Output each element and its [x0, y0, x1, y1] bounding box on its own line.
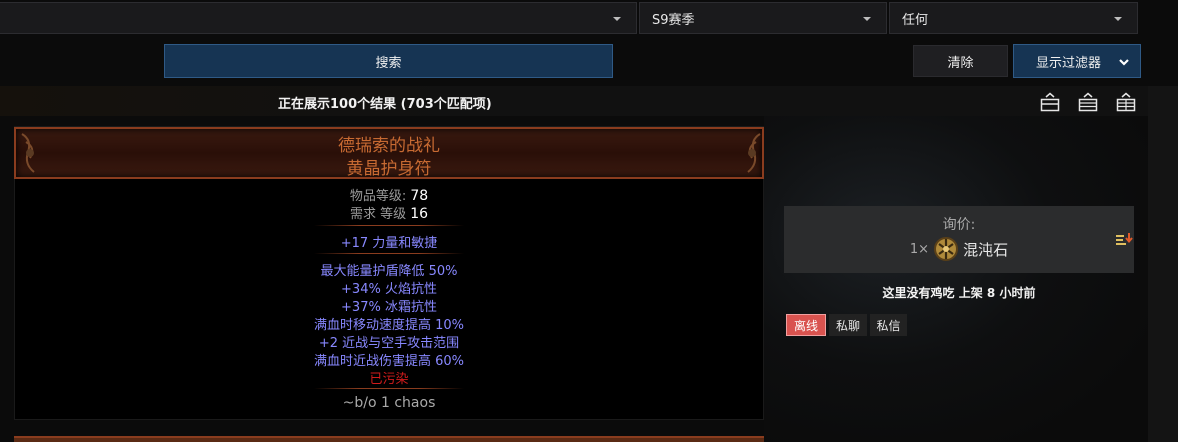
implicit-mod: +17 力量和敏捷	[340, 236, 438, 251]
view-detail-icon[interactable]	[1116, 92, 1136, 112]
clear-button-label: 清除	[947, 55, 974, 71]
whisper-button[interactable]: 私聊	[829, 314, 867, 336]
chevron-down-icon	[613, 17, 621, 21]
item-name: 德瑞索的战礼	[338, 136, 440, 156]
required-level-value: 16	[410, 206, 429, 222]
item-level-label: 物品等级:	[349, 189, 407, 204]
required-level-row: 需求 等级 16	[14, 203, 764, 222]
results-summary: 正在展示100个结果 (703个匹配项)	[278, 97, 492, 112]
search-button-label: 搜索	[375, 55, 402, 71]
seller-name[interactable]: 这里没有鸡吃	[883, 286, 955, 300]
explicit-mod: 满血时近战伤害提高 60%	[313, 354, 465, 369]
separator	[314, 253, 464, 254]
status-badge-offline: 离线	[786, 314, 826, 336]
seller-info: 这里没有鸡吃 上架 8 小时前	[784, 284, 1134, 301]
view-list-icon[interactable]	[1078, 92, 1098, 112]
results-bar	[0, 86, 1148, 116]
separator	[314, 388, 464, 389]
view-compact-icon[interactable]	[1040, 92, 1060, 112]
explicit-mod: +2 近战与空手攻击范围	[318, 336, 460, 351]
show-filters-button[interactable]: 显示过滤器	[1013, 44, 1141, 78]
filter-select-a[interactable]	[0, 2, 637, 34]
status-select[interactable]: 任何	[889, 2, 1138, 34]
corrupted-label: 已污染	[369, 372, 409, 387]
price-currency: 混沌石	[963, 240, 1009, 259]
scrollbar[interactable]	[1148, 86, 1178, 442]
chevron-down-icon	[863, 17, 871, 21]
search-button[interactable]: 搜索	[164, 44, 613, 78]
price-row: 1× 混沌石	[784, 236, 1134, 262]
explicit-mod: 满血时移动速度提高 10%	[313, 318, 465, 333]
chevron-down-icon	[1119, 59, 1129, 66]
item-level-value: 78	[410, 188, 429, 204]
explicit-mod: +34% 火焰抗性	[341, 282, 437, 297]
show-filters-label: 显示过滤器	[1036, 55, 1102, 71]
item-base-type: 黄晶护身符	[346, 159, 432, 179]
clear-button[interactable]: 清除	[913, 45, 1008, 77]
league-select[interactable]: S9赛季	[639, 2, 887, 34]
sort-desc-icon[interactable]	[1115, 232, 1133, 248]
listed-time: 上架 8 小时前	[958, 286, 1036, 300]
chevron-down-icon	[1114, 17, 1122, 21]
explicit-mod: +37% 冰霜抗性	[341, 300, 437, 315]
next-item-card	[14, 436, 764, 442]
listing-panel	[764, 116, 1148, 442]
explicit-mod: 最大能量护盾降低 50%	[320, 264, 458, 279]
chaos-orb-icon	[934, 237, 959, 261]
price-label: 询价:	[942, 217, 976, 233]
league-select-value: S9赛季	[652, 12, 695, 28]
item-note: ~b/o 1 chaos	[342, 395, 436, 411]
required-level-label: 需求 等级	[349, 207, 407, 222]
separator	[314, 225, 464, 226]
status-select-value: 任何	[902, 12, 929, 28]
filter-row: S9赛季 任何	[0, 0, 1178, 36]
price-quantity: 1×	[909, 241, 930, 257]
item-level-row: 物品等级: 78	[14, 185, 764, 204]
private-message-button[interactable]: 私信	[870, 314, 907, 336]
